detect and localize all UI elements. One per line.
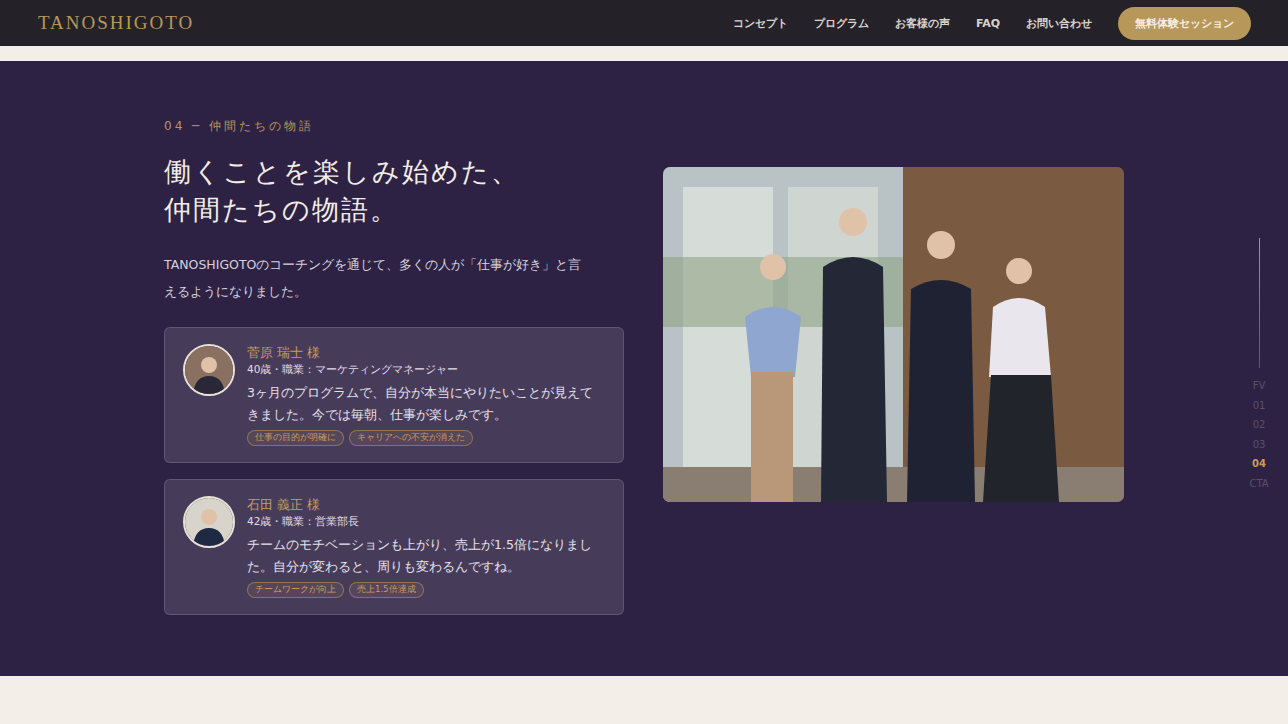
logo[interactable]: TANOSHIGOTO	[38, 12, 194, 34]
nav-link[interactable]: お問い合わせ	[1026, 16, 1092, 31]
indicator-item[interactable]: CTA	[1249, 474, 1268, 494]
indicator-item[interactable]: 04	[1252, 454, 1266, 474]
top-nav: TANOSHIGOTO コンセプト プログラム お客様の声 FAQ お問い合わせ 無料体験セ…	[0, 0, 1288, 46]
section-container: 04 ─ 仲間たちの物語働くことを楽しみ始めた、仲間たちの物語。 TANOSHIG…	[164, 118, 1124, 631]
customer-meta: 42歳・職業：営業部長	[247, 513, 605, 530]
indicator-item[interactable]: 02	[1253, 415, 1266, 435]
indicator-item[interactable]: 03	[1253, 435, 1266, 455]
result-tag: 売上1.5倍達成	[349, 582, 424, 598]
avatar	[183, 496, 235, 548]
testimonial-card: 石田 義正 様42歳・職業：営業部長チームのモチベーションも上がり、売上が1.5…	[164, 479, 624, 615]
nav-link[interactable]: プログラム	[814, 16, 869, 31]
nav-link[interactable]: FAQ	[976, 17, 1000, 30]
customer-meta: 40歳・職業：マーケティングマネージャー	[247, 361, 605, 378]
nav-link[interactable]: コンセプト	[733, 16, 788, 31]
section-text: 04 ─ 仲間たちの物語働くことを楽しみ始めた、仲間たちの物語。 TANOSHIG…	[164, 118, 624, 631]
heading-line: 働くことを楽しみ始めた、	[164, 153, 624, 191]
testimonial-card: 菅原 瑞士 様40歳・職業：マーケティングマネージャー 3ヶ月のプログラムで、自分…	[164, 327, 624, 463]
nav-menu: コンセプト プログラム お客様の声 FAQ お問い合わせ 無料体験セッション	[733, 7, 1251, 40]
result-tag: チームワークが向上	[247, 582, 344, 598]
avatar	[183, 344, 235, 396]
top-strip	[0, 46, 1288, 61]
trial-session-button[interactable]: 無料体験セッション	[1118, 7, 1251, 40]
section-label: 04 ─ 仲間たちの物語	[164, 118, 624, 135]
customer-name: 菅原 瑞士 様	[247, 344, 605, 361]
section-heading: 働くことを楽しみ始めた、仲間たちの物語。	[164, 153, 624, 229]
indicator-item[interactable]: FV	[1253, 376, 1266, 396]
indicator-item[interactable]: 01	[1253, 396, 1266, 416]
section-indicator: FV01020304CTA	[1246, 238, 1272, 493]
testimonial-body: 菅原 瑞士 様40歳・職業：マーケティングマネージャー 3ヶ月のプログラムで、自分…	[247, 344, 605, 446]
nav-link[interactable]: お客様の声	[895, 16, 950, 31]
tag-list: チームワークが向上売上1.5倍達成	[247, 582, 605, 598]
tag-list: 仕事の目的が明確にキャリアへの不安が消えた	[247, 430, 605, 446]
customer-quote: 3ヶ月のプログラムで、自分が本当にやりたいことが見えてきました。今では毎朝、仕事…	[247, 382, 605, 426]
customer-quote: チームのモチベーションも上がり、売上が1.5倍になりました。自分が変わると、周り…	[247, 534, 605, 578]
section-lead: TANOSHIGOTOのコーチングを通じて、多くの人が「仕事が好き」と言えるよう…	[164, 251, 594, 305]
indicator-line	[1259, 238, 1260, 368]
testimonials-section: 04 ─ 仲間たちの物語働くことを楽しみ始めた、仲間たちの物語。 TANOSHIG…	[0, 61, 1288, 676]
result-tag: 仕事の目的が明確に	[247, 430, 344, 446]
team-photo	[663, 167, 1124, 502]
customer-name: 石田 義正 様	[247, 496, 605, 513]
result-tag: キャリアへの不安が消えた	[349, 430, 473, 446]
testimonial-body: 石田 義正 様42歳・職業：営業部長チームのモチベーションも上がり、売上が1.5…	[247, 496, 605, 598]
heading-line: 仲間たちの物語。	[164, 191, 624, 229]
